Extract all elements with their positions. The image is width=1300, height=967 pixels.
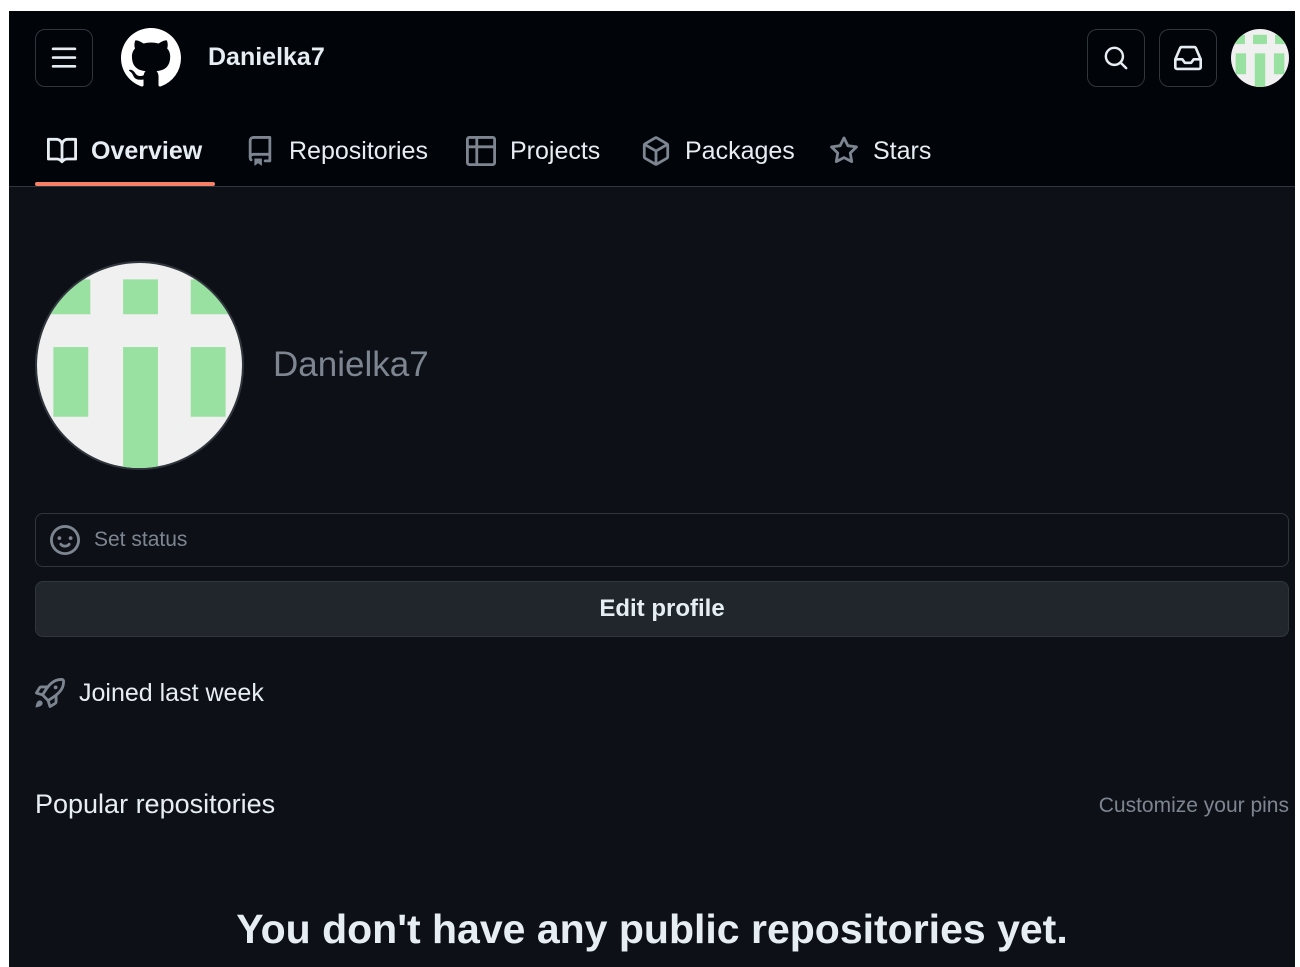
- joined-label: Joined last week: [79, 678, 264, 707]
- github-profile-page: Danielka7 Overview Repositories Projects…: [9, 11, 1295, 967]
- star-icon: [830, 136, 858, 164]
- customize-pins-link[interactable]: Customize your pins: [1099, 794, 1289, 818]
- identicon-icon: [1231, 29, 1289, 87]
- smiley-icon: [50, 525, 80, 555]
- search-icon: [1104, 46, 1128, 70]
- empty-repositories-message: You don't have any public repositories y…: [236, 906, 1068, 952]
- rocket-icon: [35, 678, 65, 708]
- menu-button[interactable]: [35, 29, 93, 87]
- inbox-icon: [1174, 45, 1202, 71]
- table-icon: [466, 136, 496, 166]
- tab-projects[interactable]: Projects: [466, 115, 600, 187]
- active-tab-indicator: [35, 182, 215, 186]
- repo-icon: [248, 136, 272, 166]
- inbox-button[interactable]: [1159, 29, 1217, 87]
- tab-overview-label: Overview: [91, 136, 203, 165]
- user-avatar-small[interactable]: [1231, 29, 1289, 87]
- top-header: Danielka7 Overview Repositories Projects…: [9, 11, 1295, 187]
- profile-avatar[interactable]: [35, 261, 244, 470]
- profile-username: Danielka7: [273, 345, 429, 384]
- tab-stars[interactable]: Stars: [829, 115, 931, 187]
- joined-info: Joined last week: [35, 675, 264, 711]
- tab-repositories-label: Repositories: [289, 136, 428, 165]
- hamburger-menu-icon: [51, 47, 77, 68]
- tab-projects-label: Projects: [510, 136, 601, 165]
- tab-repositories[interactable]: Repositories: [245, 115, 428, 187]
- tab-packages[interactable]: Packages: [641, 115, 795, 187]
- set-status-button[interactable]: Set status: [35, 513, 1289, 567]
- header-username[interactable]: Danielka7: [208, 43, 325, 72]
- set-status-label: Set status: [94, 528, 188, 551]
- tab-overview[interactable]: Overview: [47, 115, 202, 187]
- tab-packages-label: Packages: [685, 136, 795, 165]
- edit-profile-button[interactable]: Edit profile: [35, 581, 1289, 637]
- popular-repositories-title: Popular repositories: [35, 789, 276, 819]
- tab-stars-label: Stars: [873, 136, 932, 165]
- search-button[interactable]: [1087, 29, 1145, 87]
- identicon-icon: [37, 263, 242, 468]
- package-icon: [642, 136, 670, 166]
- github-logo-icon[interactable]: [121, 28, 181, 88]
- book-icon: [47, 137, 77, 164]
